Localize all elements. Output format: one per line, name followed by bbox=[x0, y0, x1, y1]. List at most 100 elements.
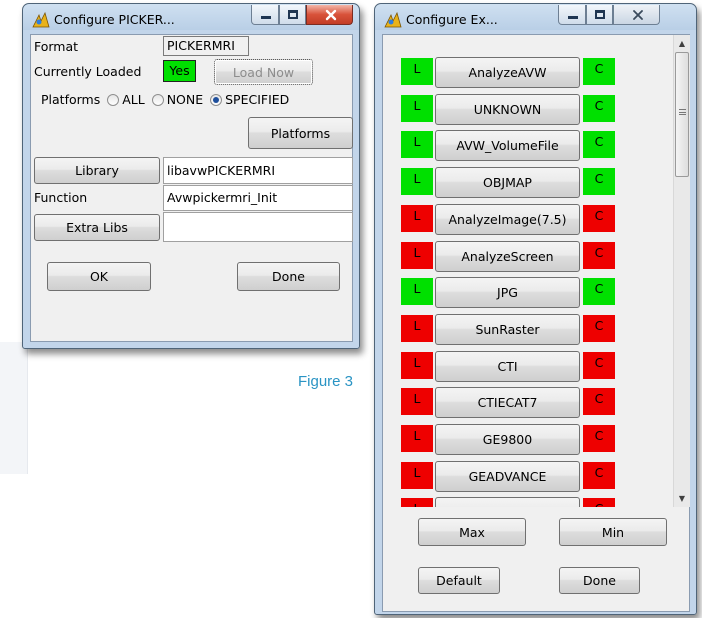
extension-button[interactable]: GE9800 bbox=[435, 424, 580, 455]
extension-button[interactable]: AnalyzeImage(7.5) bbox=[435, 203, 580, 235]
load-status-label: L bbox=[413, 464, 421, 480]
extension-button[interactable]: OBJMAP bbox=[435, 167, 580, 199]
load-status-indicator[interactable]: L bbox=[401, 58, 433, 85]
scroll-thumb[interactable] bbox=[675, 52, 689, 177]
config-status-label: C bbox=[594, 207, 604, 223]
load-status-indicator[interactable]: L bbox=[401, 388, 433, 416]
extension-row: L GEADVANCE C bbox=[383, 460, 673, 492]
config-status-indicator[interactable]: C bbox=[583, 351, 615, 379]
radio-all-label: ALL bbox=[122, 92, 145, 107]
close-button[interactable] bbox=[613, 5, 660, 25]
config-status-label: C bbox=[594, 391, 604, 407]
extension-row: L OBJMAP C bbox=[383, 167, 673, 199]
config-status-indicator[interactable]: C bbox=[583, 461, 615, 489]
extension-button[interactable]: AnalyzeAVW bbox=[435, 57, 580, 88]
load-status-indicator[interactable]: L bbox=[401, 94, 433, 122]
scroll-up-arrow[interactable]: ▲ bbox=[674, 35, 690, 52]
extension-button[interactable]: GE Advantage bbox=[435, 497, 580, 507]
platforms-button[interactable]: Platforms bbox=[248, 117, 353, 149]
load-status-indicator[interactable]: L bbox=[401, 168, 433, 196]
config-status-indicator[interactable]: C bbox=[583, 168, 615, 196]
format-label: Format bbox=[34, 39, 79, 54]
default-button[interactable]: Default bbox=[418, 567, 500, 594]
extension-button[interactable]: GEADVANCE bbox=[435, 460, 580, 492]
config-status-label: C bbox=[594, 281, 604, 297]
max-button[interactable]: Max bbox=[418, 518, 526, 546]
extension-button[interactable]: UNKNOWN bbox=[435, 93, 580, 125]
extension-row: L AnalyzeAVW C bbox=[383, 57, 673, 88]
load-status-indicator[interactable]: L bbox=[401, 498, 433, 507]
extra-libs-field[interactable] bbox=[163, 212, 353, 242]
config-status-indicator[interactable]: C bbox=[583, 314, 615, 342]
extension-row: L AnalyzeScreen C bbox=[383, 240, 673, 272]
extension-button[interactable]: CTIECAT7 bbox=[435, 387, 580, 419]
extension-button[interactable]: CTI bbox=[435, 350, 580, 382]
title-bar[interactable]: Configure Ex... bbox=[375, 4, 696, 36]
load-status-indicator[interactable]: L bbox=[401, 241, 433, 269]
configure-ext-window: Configure Ex... L AnalyzeAVW C L UNKNOWN C L AV… bbox=[374, 3, 697, 615]
extension-row: L AVW_VolumeFile C bbox=[383, 130, 673, 162]
load-now-button[interactable]: Load Now bbox=[214, 59, 313, 85]
load-status-label: L bbox=[413, 281, 421, 297]
config-status-indicator[interactable]: C bbox=[583, 498, 615, 507]
extension-list: L AnalyzeAVW C L UNKNOWN C L AVW_VolumeFile C L OB… bbox=[383, 35, 673, 507]
radio-specified[interactable] bbox=[210, 94, 223, 106]
load-status-indicator[interactable]: L bbox=[401, 204, 433, 232]
load-status-label: L bbox=[413, 134, 421, 150]
radio-none[interactable] bbox=[151, 94, 164, 106]
config-status-label: C bbox=[594, 61, 604, 76]
app-icon bbox=[32, 12, 50, 28]
scroll-down-arrow[interactable]: ▼ bbox=[674, 490, 690, 507]
config-status-label: C bbox=[594, 428, 604, 443]
done-button[interactable]: Done bbox=[237, 262, 340, 291]
extension-button[interactable]: SunRaster bbox=[435, 313, 580, 345]
figure-caption: Figure 3 bbox=[298, 373, 354, 390]
minimize-button[interactable] bbox=[558, 5, 586, 25]
library-field[interactable]: libavwPICKERMRI bbox=[163, 157, 353, 184]
load-status-label: L bbox=[413, 317, 421, 333]
config-status-indicator[interactable]: C bbox=[583, 241, 615, 269]
extension-row: L GE Advantage C bbox=[383, 497, 673, 507]
title-bar[interactable]: Configure PICKER... bbox=[23, 4, 359, 36]
load-status-indicator[interactable]: L bbox=[401, 278, 433, 306]
config-status-indicator[interactable]: C bbox=[583, 94, 615, 122]
config-status-indicator[interactable]: C bbox=[583, 388, 615, 416]
library-button[interactable]: Library bbox=[34, 157, 160, 184]
load-status-label: L bbox=[413, 171, 421, 187]
extension-button[interactable]: AVW_VolumeFile bbox=[435, 130, 580, 162]
load-status-indicator[interactable]: L bbox=[401, 425, 433, 452]
minimize-icon bbox=[568, 16, 578, 19]
config-status-indicator[interactable]: C bbox=[583, 278, 615, 306]
extra-libs-button[interactable]: Extra Libs bbox=[34, 214, 160, 241]
list-scrollbar[interactable]: ▲ ▼ bbox=[673, 35, 690, 507]
config-status-indicator[interactable]: C bbox=[583, 204, 615, 232]
load-status-indicator[interactable]: L bbox=[401, 351, 433, 379]
maximize-button[interactable] bbox=[279, 5, 306, 25]
load-status-label: L bbox=[413, 354, 421, 370]
radio-all[interactable] bbox=[107, 94, 120, 106]
maximize-button[interactable] bbox=[586, 5, 613, 25]
extension-row: L CTIECAT7 C bbox=[383, 387, 673, 419]
close-button[interactable] bbox=[306, 5, 353, 25]
maximize-icon bbox=[288, 10, 298, 19]
minimize-button[interactable] bbox=[251, 5, 279, 25]
format-value: PICKERMRI bbox=[163, 36, 249, 56]
extension-row: L CTI C bbox=[383, 350, 673, 382]
function-field[interactable]: Avwpickermri_Init bbox=[163, 185, 353, 211]
ok-button[interactable]: OK bbox=[47, 262, 151, 291]
load-status-indicator[interactable]: L bbox=[401, 131, 433, 159]
done-button[interactable]: Done bbox=[559, 567, 640, 594]
config-status-indicator[interactable]: C bbox=[583, 425, 615, 452]
min-button[interactable]: Min bbox=[559, 518, 667, 546]
window-title: Configure Ex... bbox=[406, 12, 498, 27]
load-status-indicator[interactable]: L bbox=[401, 461, 433, 489]
config-status-indicator[interactable]: C bbox=[583, 131, 615, 159]
load-status-label: L bbox=[414, 498, 421, 507]
extension-button[interactable]: JPG bbox=[435, 277, 580, 309]
platforms-radio-group: Platforms ALL NONE SPECIFIED bbox=[41, 92, 289, 107]
minimize-icon bbox=[261, 16, 271, 19]
config-status-indicator[interactable]: C bbox=[583, 58, 615, 85]
load-status-indicator[interactable]: L bbox=[401, 314, 433, 342]
load-status-label: L bbox=[413, 61, 421, 76]
extension-button[interactable]: AnalyzeScreen bbox=[435, 240, 580, 272]
